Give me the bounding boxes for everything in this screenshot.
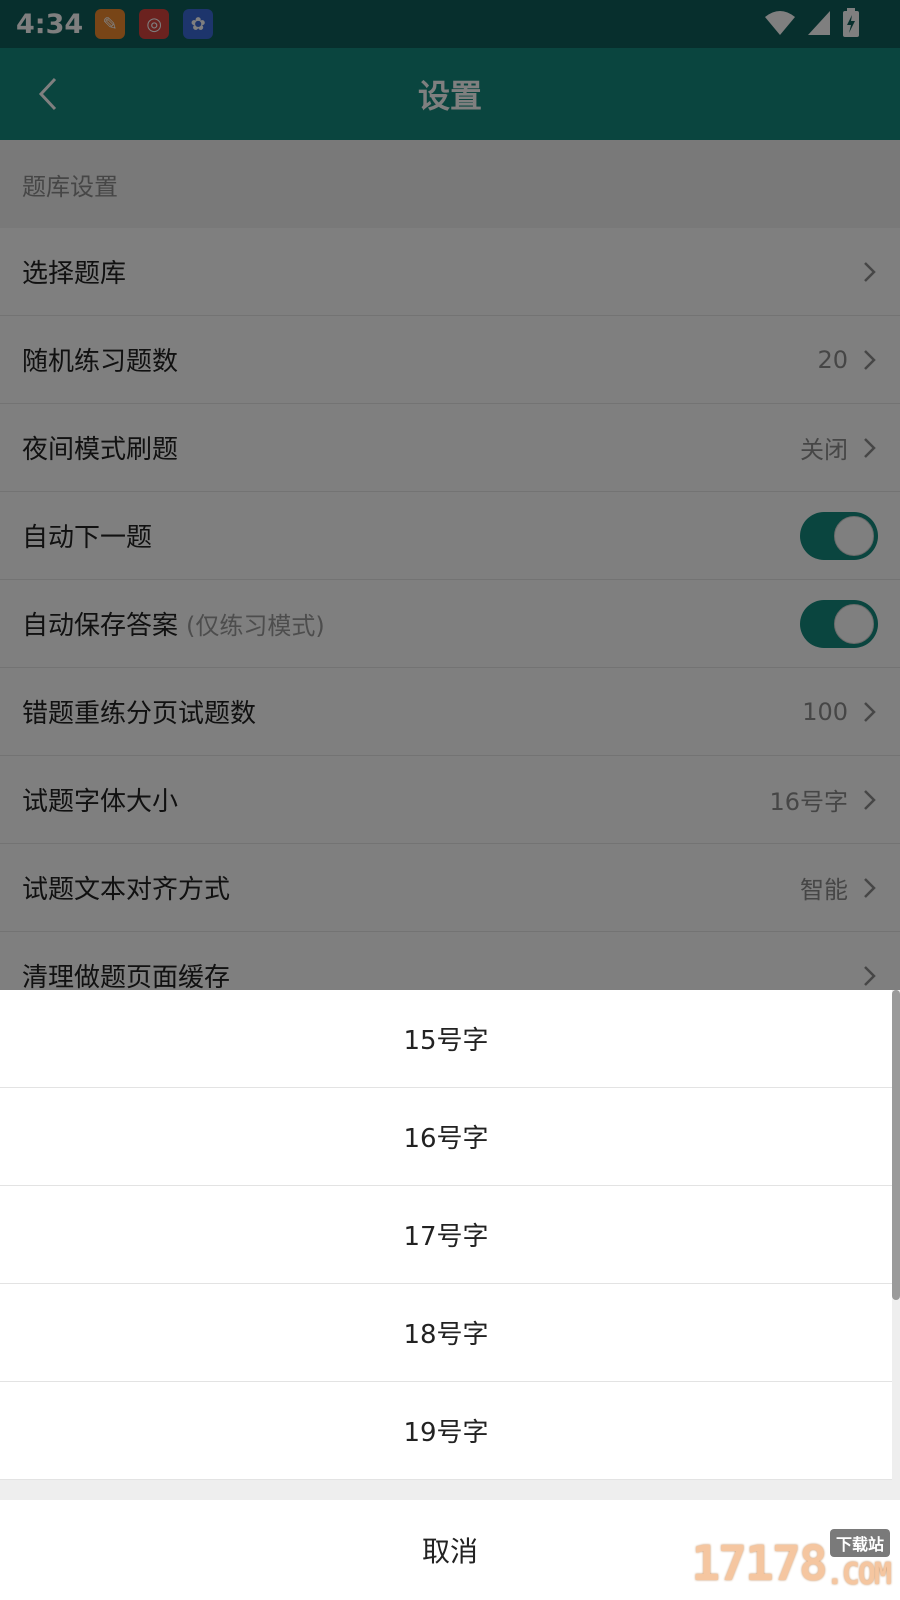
font-size-bottom-sheet: 15号字 16号字 17号字 18号字 19号字 取消 [0,990,900,1600]
watermark-small: 下载站 [829,1529,890,1557]
font-size-option-18[interactable]: 18号字 [0,1284,892,1382]
watermark-suffix: .COM [825,1557,892,1592]
font-size-option-19[interactable]: 19号字 [0,1382,892,1480]
watermark-digits: 17178 [691,1536,827,1592]
font-size-option-16[interactable]: 16号字 [0,1088,892,1186]
font-size-option-15[interactable]: 15号字 [0,990,892,1088]
font-size-option-17[interactable]: 17号字 [0,1186,892,1284]
site-watermark: 17178 下载站 .COM [660,1529,892,1592]
sheet-scrollbar[interactable] [892,990,900,1300]
